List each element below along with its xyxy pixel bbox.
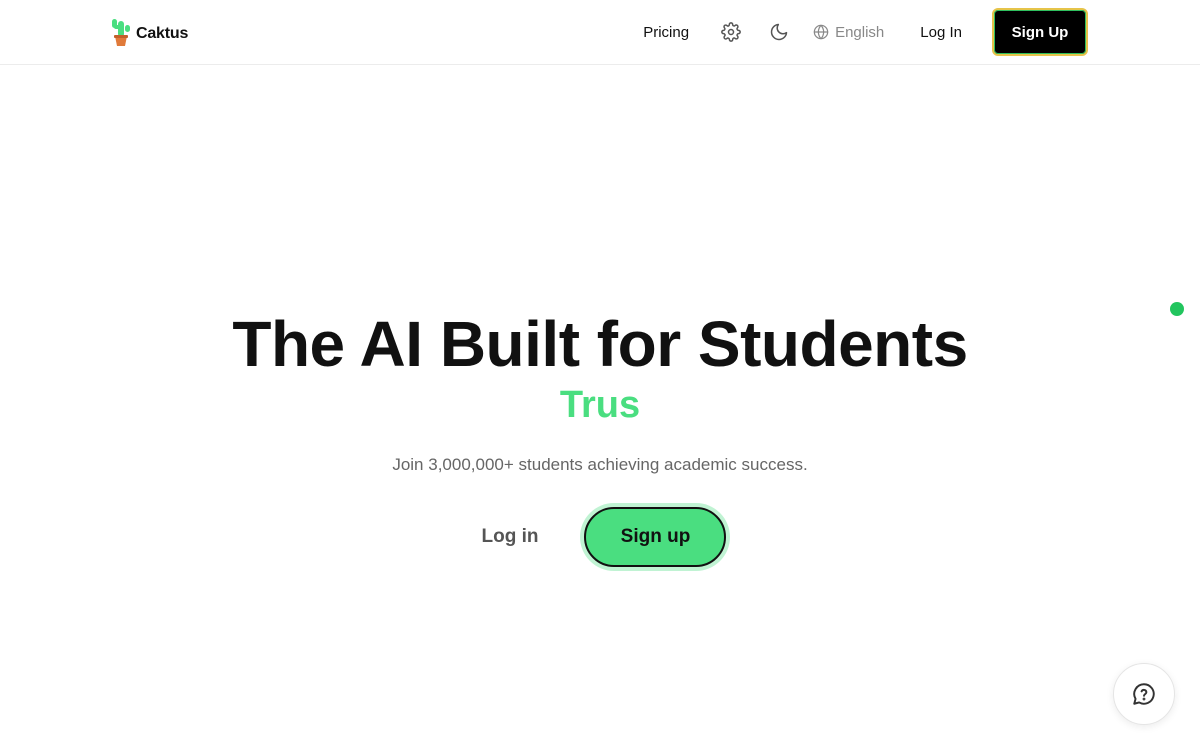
gear-icon — [721, 22, 741, 42]
navbar: Caktus Pricing English Log In Sign Up — [0, 0, 1200, 65]
chat-help-button[interactable] — [1113, 663, 1175, 725]
brand-name: Caktus — [136, 24, 189, 42]
nav-signup-button[interactable]: Sign Up — [992, 8, 1088, 56]
cactus-logo-icon — [112, 19, 130, 46]
hero-subtitle: Join 3,000,000+ students achieving acade… — [392, 455, 808, 474]
nav-pricing-link[interactable]: Pricing — [635, 24, 697, 41]
language-label: English — [835, 23, 885, 41]
moon-icon — [770, 23, 788, 41]
settings-button[interactable] — [715, 16, 747, 48]
status-dot — [1170, 302, 1184, 316]
nav-login-link[interactable]: Log In — [912, 24, 970, 41]
hero-login-link[interactable]: Log in — [482, 526, 539, 548]
hero-title: The AI Built for Students — [232, 308, 968, 380]
nav-actions: Pricing English Log In Sign Up — [635, 8, 1088, 56]
hero-typed-text: Trus — [559, 384, 641, 426]
globe-icon — [813, 24, 829, 40]
hero-cta-row: Log in Sign up — [0, 506, 1200, 568]
logo[interactable]: Caktus — [110, 16, 188, 48]
theme-toggle-button[interactable] — [763, 16, 795, 48]
chat-help-icon — [1133, 683, 1155, 705]
language-selector[interactable]: English — [813, 24, 884, 41]
hero-signup-button[interactable]: Sign up — [584, 507, 727, 567]
